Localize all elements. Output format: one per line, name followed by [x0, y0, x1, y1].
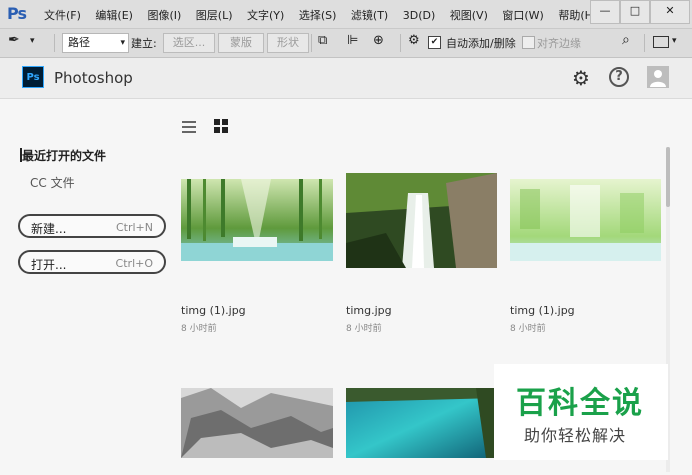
divider: [54, 34, 55, 52]
menu-file[interactable]: 文件(F): [44, 9, 81, 22]
file-time: 8 小时前: [181, 324, 217, 334]
help-icon[interactable]: ?: [609, 67, 629, 87]
open-button-shortcut: Ctrl+O: [115, 257, 153, 270]
file-name[interactable]: timg (1).jpg: [510, 304, 575, 317]
path-operations-icon[interactable]: ⧉: [318, 33, 327, 48]
new-button-label: 新建...: [31, 222, 67, 236]
menu-layer[interactable]: 图层(L): [196, 9, 233, 22]
align-edges-checkbox[interactable]: [522, 36, 535, 49]
watermark-subtitle: 助你轻松解决: [524, 426, 627, 445]
selection-button[interactable]: 选区...: [163, 33, 215, 53]
path-arrangement-icon[interactable]: ⊕: [373, 33, 384, 48]
mask-button[interactable]: 蒙版: [218, 33, 264, 53]
file-thumbnail[interactable]: [346, 388, 497, 458]
watermark: 百科全说 助你轻松解决: [494, 364, 668, 460]
file-name[interactable]: timg.jpg: [346, 304, 392, 317]
workspace-icon[interactable]: [653, 36, 669, 48]
options-toolbar: ✒ ▾ 路径 ▾ 建立: 选区... 蒙版 形状 ⧉ ⊫ ⊕ ⚙ ✔ 自动添加/…: [0, 29, 692, 58]
divider: [644, 34, 645, 52]
file-time: 8 小时前: [346, 324, 382, 334]
divider: [311, 34, 312, 52]
menu-view[interactable]: 视图(V): [450, 9, 488, 22]
create-label: 建立:: [131, 37, 157, 50]
search-icon[interactable]: ⌕: [622, 32, 630, 48]
open-button[interactable]: 打开... Ctrl+O: [18, 250, 166, 274]
sidebar-item-cc-files[interactable]: CC 文件: [30, 174, 75, 191]
app-title: Photoshop: [54, 69, 133, 87]
menu-type[interactable]: 文字(Y): [247, 9, 284, 22]
chevron-down-icon: ▾: [120, 38, 125, 48]
mode-select-value: 路径: [68, 36, 90, 49]
watermark-title: 百科全说: [516, 386, 644, 421]
maximize-button[interactable]: □: [620, 0, 650, 24]
menu-image[interactable]: 图像(I): [147, 9, 181, 22]
auto-add-delete-checkbox[interactable]: ✔: [428, 36, 441, 49]
mode-select[interactable]: 路径 ▾: [62, 33, 129, 53]
menu-filter[interactable]: 滤镜(T): [351, 9, 388, 22]
new-button-shortcut: Ctrl+N: [115, 221, 153, 234]
menu-3d[interactable]: 3D(D): [403, 9, 436, 22]
gear-icon[interactable]: ⚙: [408, 33, 420, 48]
divider: [400, 34, 401, 52]
file-thumbnail[interactable]: [346, 173, 497, 268]
sidebar-item-recent[interactable]: 最近打开的文件: [22, 147, 106, 164]
grid-view-icon[interactable]: [214, 119, 228, 133]
ps-logo: Ps: [7, 4, 27, 23]
menu-bar: Ps 文件(F) 编辑(E) 图像(I) 图层(L) 文字(Y) 选择(S) 滤…: [0, 0, 692, 29]
pen-tool-icon[interactable]: ✒: [8, 32, 20, 48]
file-name[interactable]: timg (1).jpg: [181, 304, 246, 317]
open-button-label: 打开...: [31, 258, 67, 272]
list-view-icon[interactable]: [182, 121, 196, 133]
start-header: Ps Photoshop ⚙ ?: [0, 58, 692, 99]
auto-add-delete-label: 自动添加/删除: [446, 37, 516, 50]
path-alignment-icon[interactable]: ⊫: [347, 33, 358, 48]
sidebar: 最近打开的文件 CC 文件 新建... Ctrl+N 打开... Ctrl+O: [0, 99, 172, 475]
file-thumbnail[interactable]: [510, 179, 661, 261]
align-edges-label: 对齐边缘: [537, 37, 581, 50]
scrollbar-thumb[interactable]: [666, 147, 670, 207]
menu-edit[interactable]: 编辑(E): [95, 9, 133, 22]
menu-list: 文件(F) 编辑(E) 图像(I) 图层(L) 文字(Y) 选择(S) 滤镜(T…: [44, 7, 608, 23]
close-button[interactable]: ✕: [650, 0, 690, 24]
chevron-down-icon[interactable]: ▾: [30, 36, 35, 46]
file-thumbnail[interactable]: [181, 388, 333, 458]
chevron-down-icon[interactable]: ▾: [672, 36, 677, 46]
menu-select[interactable]: 选择(S): [299, 9, 337, 22]
minimize-button[interactable]: —: [590, 0, 620, 24]
menu-window[interactable]: 窗口(W): [502, 9, 543, 22]
new-button[interactable]: 新建... Ctrl+N: [18, 214, 166, 238]
file-thumbnail[interactable]: [181, 179, 333, 261]
shape-button[interactable]: 形状: [267, 33, 309, 53]
gear-icon[interactable]: ⚙: [572, 67, 594, 89]
ps-app-icon: Ps: [22, 66, 44, 88]
file-time: 8 小时前: [510, 324, 546, 334]
avatar[interactable]: [647, 66, 669, 88]
